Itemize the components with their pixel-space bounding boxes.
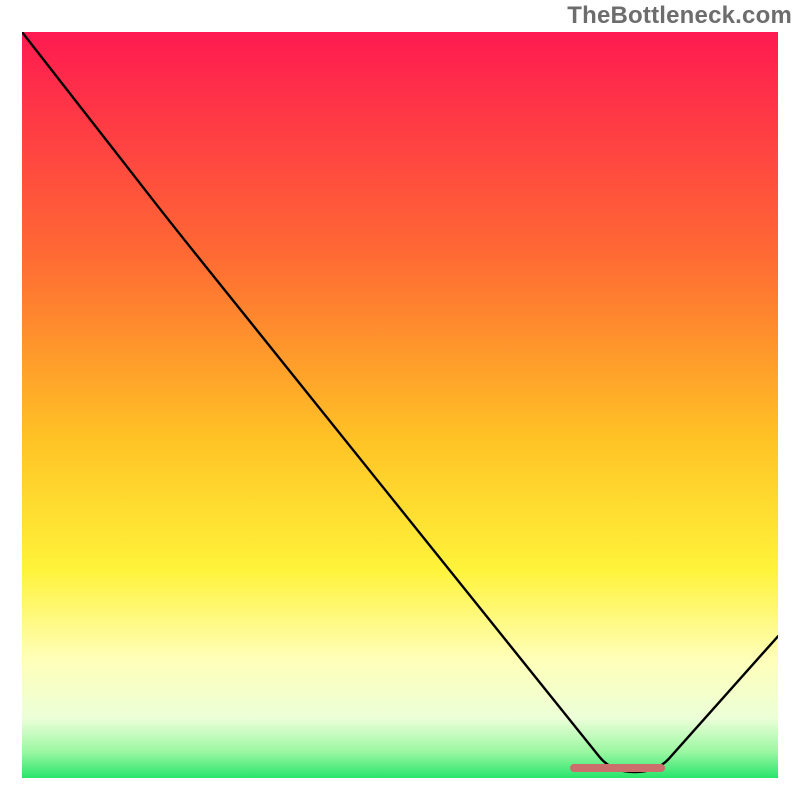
chart-background-gradient (22, 32, 778, 778)
chart-stage: TheBottleneck.com (0, 0, 800, 800)
optimal-range-marker (570, 764, 665, 772)
watermark-text: TheBottleneck.com (567, 2, 792, 30)
chart-svg (22, 32, 778, 778)
chart-plot-area (22, 32, 778, 778)
